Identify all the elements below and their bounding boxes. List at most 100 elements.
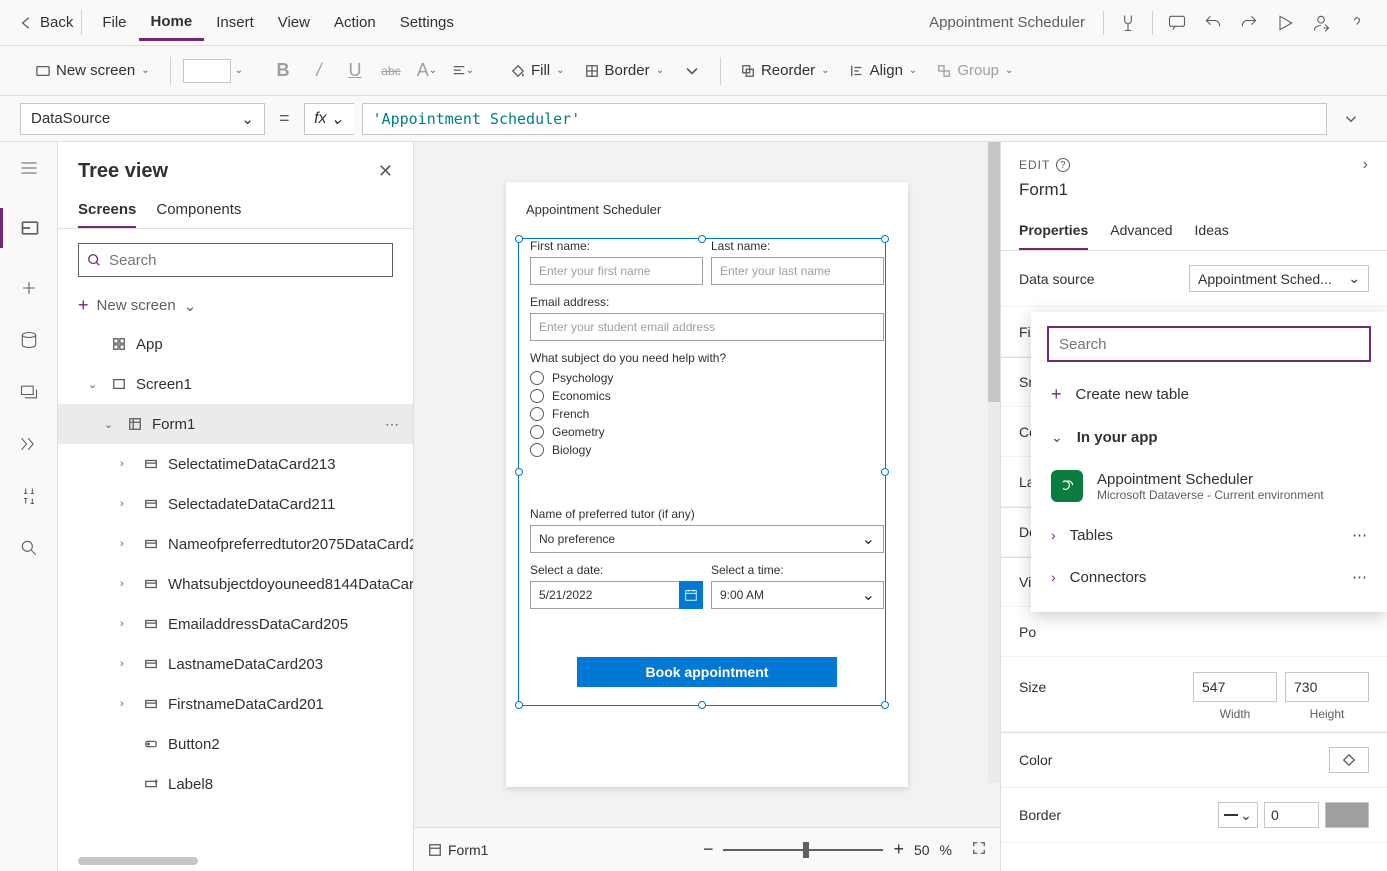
reorder-button[interactable]: Reorder ⌄ — [733, 58, 838, 83]
menu-action[interactable]: Action — [322, 6, 388, 39]
search-icon[interactable] — [17, 536, 41, 560]
tree-item[interactable]: ›FirstnameDataCard201 — [58, 684, 413, 724]
connectors-row[interactable]: › Connectors ⋯ — [1031, 556, 1387, 598]
tab-components[interactable]: Components — [156, 193, 241, 228]
canvas-screen[interactable]: Appointment Scheduler First name: — [506, 182, 908, 787]
expand-props-icon[interactable]: › — [1363, 156, 1369, 174]
calendar-icon[interactable] — [679, 581, 703, 609]
tree-item[interactable]: ›Whatsubjectdoyouneed8144DataCard207 — [58, 564, 413, 604]
back-button[interactable]: Back — [12, 10, 82, 35]
first-name-input[interactable]: Enter your first name — [530, 257, 703, 285]
tree-item[interactable]: Button2 — [58, 724, 413, 764]
resize-handle[interactable] — [881, 701, 889, 709]
font-color-button[interactable]: A⌄ — [411, 55, 443, 87]
new-screen-row[interactable]: + New screen ⌄ — [58, 287, 413, 324]
border-width-input[interactable]: 0 — [1264, 802, 1319, 828]
tools-icon[interactable] — [17, 484, 41, 508]
height-input[interactable]: 730 — [1285, 672, 1369, 702]
tree-item[interactable]: ›EmailaddressDataCard205 — [58, 604, 413, 644]
tree-item[interactable]: App — [58, 324, 413, 364]
more-icon[interactable]: ⋯ — [1352, 526, 1367, 544]
tutor-select[interactable]: No preference ⌄ — [530, 525, 884, 553]
tab-advanced[interactable]: Advanced — [1110, 212, 1172, 250]
border-button[interactable]: Border ⌄ — [577, 58, 672, 83]
strike-button[interactable]: abc — [375, 55, 407, 87]
menu-file[interactable]: File — [90, 6, 138, 39]
tab-screens[interactable]: Screens — [78, 193, 136, 228]
in-your-app-row[interactable]: ⌄ In your app — [1031, 417, 1387, 458]
more-icon[interactable]: ⋯ — [385, 416, 413, 433]
chevron-down-icon[interactable]: ⌄ — [235, 65, 243, 76]
radio-option[interactable]: French — [530, 407, 884, 421]
fx-button[interactable]: fx⌄ — [304, 103, 354, 135]
insert-icon[interactable] — [17, 276, 41, 300]
tree-search-box[interactable] — [78, 243, 393, 277]
border-color-picker[interactable] — [1325, 802, 1369, 828]
align-objects-button[interactable]: Align ⌄ — [842, 58, 926, 83]
bold-button[interactable]: B — [267, 55, 299, 87]
menu-insert[interactable]: Insert — [204, 6, 266, 39]
new-screen-button[interactable]: New screen ⌄ — [28, 58, 158, 83]
menu-settings[interactable]: Settings — [388, 6, 466, 39]
radio-option[interactable]: Biology — [530, 443, 884, 457]
ds-search-input[interactable] — [1059, 336, 1359, 353]
close-tree-icon[interactable]: ✕ — [378, 161, 393, 182]
data-source-select[interactable]: Appointment Sched... ⌄ — [1189, 265, 1369, 292]
radio-option[interactable]: Economics — [530, 389, 884, 403]
group-button[interactable]: Group ⌄ — [929, 58, 1021, 83]
media-icon[interactable] — [17, 380, 41, 404]
property-select[interactable]: DataSource ⌄ — [20, 103, 265, 135]
zoom-out-button[interactable]: − — [703, 839, 714, 860]
chevron-icon[interactable]: › — [120, 578, 134, 590]
theme-swatch[interactable] — [183, 59, 231, 83]
radio-option[interactable]: Geometry — [530, 425, 884, 439]
resize-handle[interactable] — [515, 701, 523, 709]
undo-icon[interactable] — [1195, 5, 1231, 41]
chevron-icon[interactable]: › — [120, 458, 134, 470]
redo-icon[interactable] — [1231, 5, 1267, 41]
tree-item[interactable]: Label8 — [58, 764, 413, 804]
tab-properties[interactable]: Properties — [1019, 212, 1088, 250]
datasource-item[interactable]: Appointment Scheduler Microsoft Datavers… — [1031, 458, 1387, 514]
tab-ideas[interactable]: Ideas — [1195, 212, 1229, 250]
chevron-icon[interactable]: › — [120, 698, 134, 710]
tables-row[interactable]: › Tables ⋯ — [1031, 514, 1387, 556]
tree-hscroll[interactable] — [78, 857, 393, 867]
chevron-icon[interactable]: ⌄ — [88, 378, 102, 391]
comments-icon[interactable] — [1159, 5, 1195, 41]
date-input[interactable]: 5/21/2022 — [530, 581, 679, 609]
tree-item[interactable]: ›LastnameDataCard203 — [58, 644, 413, 684]
fill-button[interactable]: Fill ⌄ — [503, 58, 573, 83]
tree-item[interactable]: ›Nameofpreferredtutor2075DataCard209 — [58, 524, 413, 564]
tree-search-input[interactable] — [109, 252, 384, 269]
app-checker-icon[interactable] — [1110, 5, 1146, 41]
zoom-slider[interactable] — [723, 849, 883, 851]
tree-view-icon[interactable] — [0, 208, 57, 248]
border-style-select[interactable]: ⌄ — [1218, 802, 1258, 828]
color-picker[interactable] — [1329, 747, 1369, 773]
expand-formula-icon[interactable] — [1335, 110, 1367, 128]
width-input[interactable]: 547 — [1193, 672, 1277, 702]
radio-option[interactable]: Psychology — [530, 371, 884, 385]
menu-view[interactable]: View — [266, 6, 322, 39]
chevron-icon[interactable]: › — [120, 498, 134, 510]
align-button[interactable]: ⌄ — [447, 55, 479, 87]
tree-item[interactable]: ›SelectatimeDataCard213 — [58, 444, 413, 484]
chevron-icon[interactable]: › — [120, 658, 134, 670]
email-input[interactable]: Enter your student email address — [530, 313, 884, 341]
fit-icon[interactable] — [972, 841, 986, 858]
data-icon[interactable] — [17, 328, 41, 352]
formula-input[interactable]: 'Appointment Scheduler' — [362, 103, 1327, 135]
italic-button[interactable]: / — [303, 55, 335, 87]
last-name-input[interactable]: Enter your last name — [711, 257, 884, 285]
menu-home[interactable]: Home — [139, 5, 205, 41]
tree-item[interactable]: ⌄Form1⋯ — [58, 404, 413, 444]
share-icon[interactable] — [1303, 5, 1339, 41]
chevron-icon[interactable]: ⌄ — [104, 418, 118, 431]
time-select[interactable]: 9:00 AM ⌄ — [711, 581, 884, 609]
chevron-icon[interactable]: › — [120, 618, 134, 630]
play-icon[interactable] — [1267, 5, 1303, 41]
canvas-vscroll[interactable] — [988, 142, 1000, 783]
create-table-row[interactable]: + Create new table — [1031, 372, 1387, 417]
ds-search-box[interactable] — [1047, 326, 1371, 362]
